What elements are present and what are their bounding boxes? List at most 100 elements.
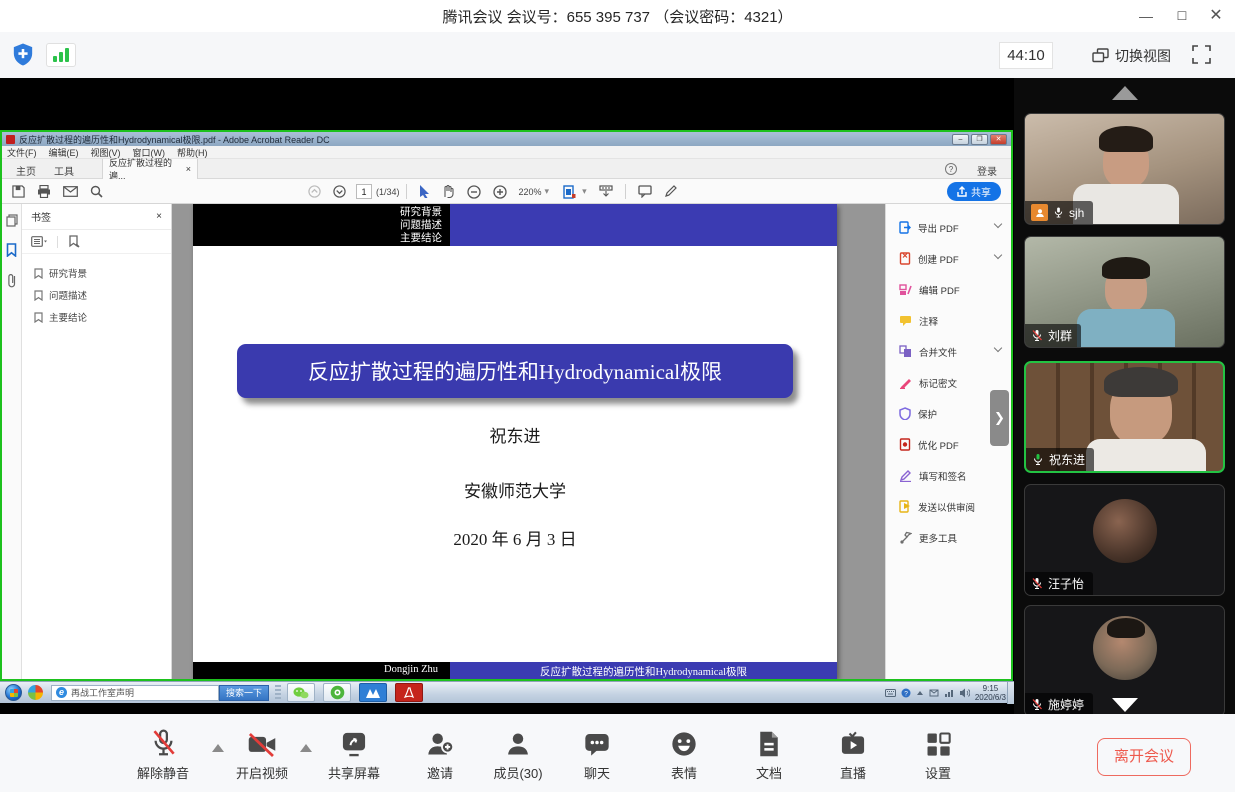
close-icon[interactable]: ✕ — [1199, 0, 1233, 32]
video-options-caret[interactable] — [300, 744, 312, 752]
action-center-icon[interactable] — [929, 688, 939, 698]
chevron-down-icon[interactable] — [994, 251, 1002, 259]
zoom-out-icon[interactable] — [461, 179, 487, 204]
tray-expand-icon[interactable] — [916, 690, 924, 696]
bookmark-item[interactable]: 研究背景 — [22, 262, 171, 284]
email-icon[interactable] — [57, 179, 84, 204]
tool-fill-sign[interactable]: 填写和签名 — [886, 460, 1011, 491]
bookmarks-close-icon[interactable]: × — [156, 211, 162, 222]
zoom-in-icon[interactable] — [487, 179, 513, 204]
audio-options-caret[interactable] — [212, 744, 224, 752]
menu-file[interactable]: 文件(F) — [7, 146, 37, 159]
acrobat-restore-icon[interactable]: ❐ — [971, 134, 988, 145]
taskbar-clock[interactable]: 9:15 2020/6/3 — [975, 684, 1006, 702]
print-icon[interactable] — [31, 179, 57, 204]
bookmark-item[interactable]: 问题描述 — [22, 284, 171, 306]
save-icon[interactable] — [6, 179, 31, 204]
tool-export-pdf[interactable]: 导出 PDF — [886, 212, 1011, 243]
zoom-caret-icon[interactable]: ▾ — [545, 186, 550, 197]
tab-tools[interactable]: 工具 — [54, 163, 74, 178]
chevron-down-icon[interactable] — [994, 344, 1002, 352]
slide-footer-author: Dongjin Zhu — [193, 662, 450, 679]
page-thumbnails-icon[interactable] — [6, 214, 18, 227]
help-icon[interactable]: ? — [945, 163, 957, 175]
unmute-button[interactable]: 解除静音 — [127, 728, 199, 782]
scroll-mode-icon[interactable] — [593, 179, 619, 204]
signal-strength-icon[interactable] — [46, 43, 76, 67]
comment-icon[interactable] — [632, 179, 658, 204]
keyboard-tray-icon[interactable] — [885, 689, 896, 697]
bookmark-item[interactable]: 主要结论 — [22, 306, 171, 328]
tool-combine-files[interactable]: 合并文件 — [886, 336, 1011, 367]
tool-create-pdf[interactable]: 创建 PDF — [886, 243, 1011, 274]
start-button[interactable] — [5, 684, 22, 701]
attachments-icon[interactable] — [7, 273, 17, 288]
start-video-button[interactable]: 开启视频 — [226, 728, 298, 782]
show-desktop-button[interactable] — [1007, 682, 1014, 704]
fit-page-icon[interactable] — [557, 179, 582, 204]
signin-link[interactable]: 登录 — [977, 163, 997, 178]
acrobat-taskbar-icon[interactable] — [395, 683, 423, 702]
tool-label: 标记密文 — [919, 376, 957, 390]
fullscreen-icon[interactable] — [1192, 45, 1211, 64]
tool-send-review[interactable]: 发送以供审阅 — [886, 491, 1011, 522]
participant-video-wangziyi[interactable]: 汪子怡 — [1024, 484, 1225, 596]
network-security-icon[interactable] — [12, 42, 34, 67]
acrobat-titlebar[interactable]: 反应扩散过程的遍历性和Hydrodynamical极限.pdf - Adobe … — [2, 132, 1011, 146]
app-m-taskbar-icon[interactable] — [359, 683, 387, 702]
acrobat-share-button[interactable]: 共享 — [947, 182, 1001, 201]
acrobat-minimize-icon[interactable]: – — [952, 134, 969, 145]
scroll-up-icon[interactable] — [1112, 86, 1138, 100]
live-button[interactable]: 直播 — [817, 728, 889, 782]
protect-icon — [899, 407, 911, 420]
page-up-icon[interactable] — [302, 179, 327, 204]
zoom-level-label[interactable]: 220% — [519, 187, 542, 197]
tool-edit-pdf[interactable]: 编辑 PDF — [886, 274, 1011, 305]
leave-meeting-button[interactable]: 离开会议 — [1097, 738, 1191, 776]
wechat-taskbar-icon[interactable] — [287, 683, 315, 702]
search-icon[interactable] — [84, 179, 109, 204]
minimize-icon[interactable]: — — [1129, 0, 1163, 32]
tool-comment[interactable]: 注释 — [886, 305, 1011, 336]
browser-360-taskbar-icon[interactable] — [323, 683, 351, 702]
pencil-icon[interactable] — [658, 179, 684, 204]
switch-view-button[interactable]: 切换视图 — [1092, 42, 1171, 69]
new-bookmark-icon[interactable] — [68, 235, 80, 248]
network-tray-icon[interactable] — [944, 688, 954, 698]
tab-home[interactable]: 主页 — [16, 163, 36, 178]
acrobat-close-icon[interactable]: ✕ — [990, 134, 1007, 145]
members-button[interactable]: 成员(30) — [482, 728, 554, 782]
expand-panel-button[interactable]: ❯ — [990, 390, 1009, 446]
taskbar-search-button[interactable]: 搜索一下 — [219, 685, 269, 701]
invite-button[interactable]: 邀请 — [404, 728, 476, 782]
taskbar-search-input[interactable]: e 再战工作室声明 — [51, 685, 219, 701]
tray-app-icon[interactable]: ? — [901, 688, 911, 698]
chevron-down-icon[interactable] — [994, 220, 1002, 228]
settings-button[interactable]: 设置 — [902, 728, 974, 782]
taskbar-app-icon[interactable] — [28, 685, 43, 700]
tab-close-icon[interactable]: × — [186, 164, 191, 174]
settings-label: 设置 — [902, 763, 974, 782]
share-screen-button[interactable]: 共享屏幕 — [318, 728, 390, 782]
mic-muted-icon — [1031, 577, 1043, 590]
redact-icon — [899, 377, 912, 389]
hand-tool-icon[interactable] — [436, 179, 461, 204]
docs-button[interactable]: 文档 — [733, 728, 805, 782]
participant-video-liuqun[interactable]: 刘群 — [1024, 236, 1225, 348]
scroll-down-icon[interactable] — [1112, 698, 1138, 712]
participant-video-sjh[interactable]: sjh — [1024, 113, 1225, 225]
bookmark-options-icon[interactable] — [31, 236, 47, 247]
fit-caret-icon[interactable]: ▾ — [582, 186, 587, 197]
volume-tray-icon[interactable] — [959, 688, 970, 698]
emoji-button[interactable]: 表情 — [648, 728, 720, 782]
tool-more-tools[interactable]: 更多工具 — [886, 522, 1011, 553]
maximize-icon[interactable]: ☐ — [1165, 0, 1199, 32]
page-down-icon[interactable] — [327, 179, 352, 204]
select-tool-icon[interactable] — [413, 179, 436, 204]
menu-edit[interactable]: 编辑(E) — [49, 146, 79, 159]
participant-video-zhudongjin[interactable]: 祝东进 — [1024, 361, 1225, 473]
chat-button[interactable]: 聊天 — [561, 728, 633, 782]
page-number-input[interactable] — [356, 184, 372, 199]
bookmarks-panel-icon[interactable] — [6, 243, 17, 257]
tab-document[interactable]: 反应扩散过程的遍... × — [102, 159, 198, 179]
